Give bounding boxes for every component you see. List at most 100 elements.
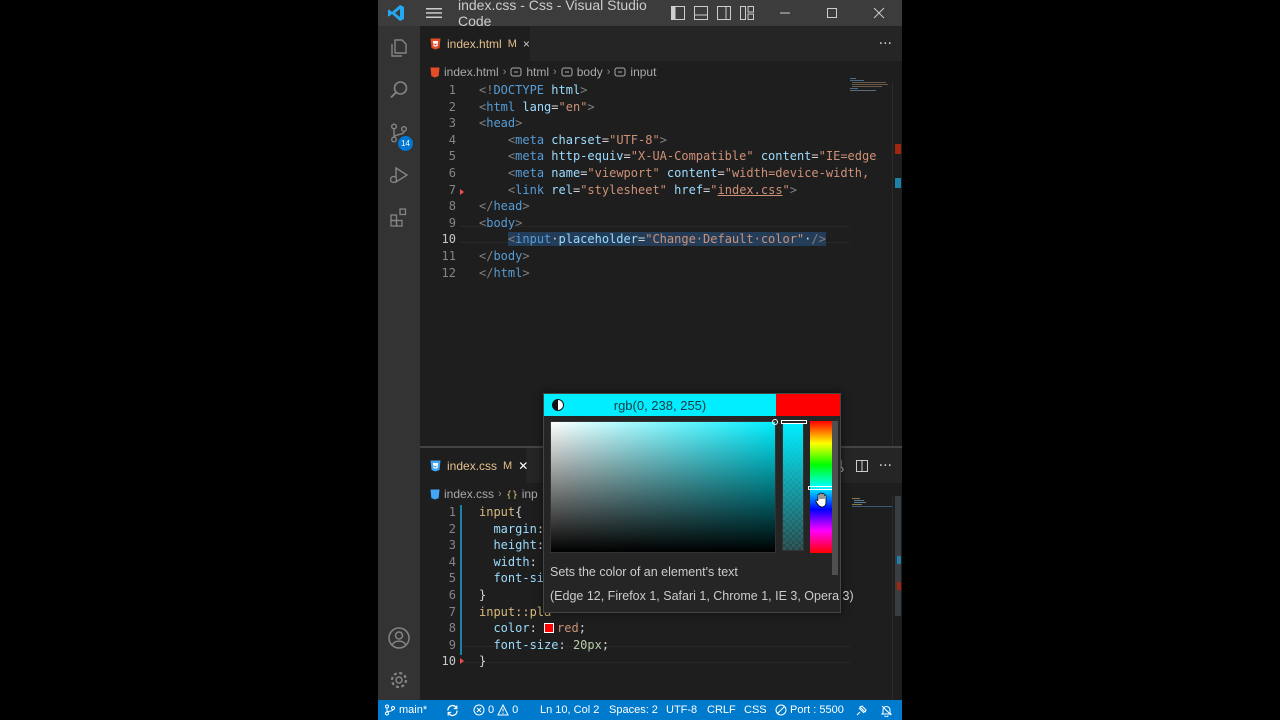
line-number: 8	[448, 199, 456, 214]
hue-strip[interactable]	[808, 421, 834, 553]
code-token: ;	[601, 637, 610, 652]
line-number: 6	[448, 165, 456, 180]
vertical-scrollbar[interactable]	[892, 496, 902, 700]
more-actions-icon[interactable]: ···	[879, 36, 892, 52]
maximize-icon[interactable]	[809, 0, 855, 26]
color-picker-header: rgb(0, 238, 255)	[544, 394, 840, 416]
customize-layout-icon[interactable]	[736, 0, 758, 26]
html5-icon	[430, 38, 441, 50]
line-number: 3	[448, 538, 456, 553]
minimize-icon[interactable]	[762, 0, 808, 26]
problems-status[interactable]: 0 0	[473, 700, 518, 720]
code-token: >	[522, 248, 530, 263]
modified-indicator: M	[507, 37, 517, 50]
sync-icon[interactable]	[446, 700, 459, 720]
source-control-icon[interactable]: 14	[378, 112, 420, 154]
code-token: >	[515, 215, 523, 230]
encoding-status[interactable]: UTF-8	[666, 700, 697, 720]
html5-icon	[430, 67, 440, 78]
menu-icon[interactable]	[422, 0, 446, 26]
saturation-brightness-box[interactable]	[550, 419, 778, 553]
opacity-handle[interactable]	[781, 420, 807, 424]
symbol-tag-icon	[614, 67, 626, 77]
notifications-icon[interactable]	[880, 700, 893, 720]
language-mode[interactable]: CSS	[744, 700, 767, 720]
code-token: =	[623, 149, 631, 164]
minimap[interactable]	[848, 76, 892, 106]
branch-name: main*	[399, 704, 428, 716]
editor-group-top: index.html M × ··· index.html › html › b…	[420, 26, 902, 446]
code-token: =	[601, 132, 610, 147]
vertical-scrollbar[interactable]	[892, 82, 902, 446]
search-icon[interactable]	[378, 69, 420, 111]
toggle-secondary-sidebar-icon[interactable]	[713, 0, 735, 26]
code-text: <body>	[479, 215, 522, 232]
code-token: head	[486, 116, 516, 131]
accounts-icon[interactable]	[378, 617, 420, 659]
breadcrumb-item[interactable]: index.css	[444, 487, 494, 501]
deleted-lines-marker	[460, 658, 464, 664]
explorer-icon[interactable]	[378, 27, 420, 69]
code-token: </	[479, 248, 494, 263]
code-text: width: 5	[479, 554, 551, 571]
more-actions-icon[interactable]: ···	[879, 458, 892, 474]
code-token: >	[522, 265, 530, 280]
code-token: "X-UA-Compatible"	[630, 149, 754, 164]
code-text: <!DOCTYPE html>	[479, 82, 587, 99]
eol-status[interactable]: CRLF	[707, 700, 736, 720]
extensions-icon[interactable]	[378, 196, 420, 238]
tab-index-html[interactable]: index.html M ×	[420, 26, 530, 61]
line-number: 12	[441, 265, 456, 280]
hover-scrollbar[interactable]	[832, 421, 838, 575]
hue-handle[interactable]	[808, 486, 834, 490]
tab-close-icon[interactable]: ×	[523, 37, 530, 51]
code-token: index.css	[717, 182, 783, 197]
tab-label: index.html	[447, 36, 502, 51]
line-number: 11	[441, 248, 456, 263]
code-text: font-siz	[479, 570, 551, 587]
indentation-status[interactable]: Spaces: 2	[609, 700, 658, 720]
original-color-preview[interactable]	[776, 394, 840, 416]
run-and-debug-icon[interactable]	[378, 154, 420, 196]
tab-close-icon[interactable]: ✕	[518, 459, 528, 473]
code-token: {	[515, 505, 523, 519]
breadcrumb-item[interactable]: input	[630, 65, 656, 79]
code-token: <!	[479, 83, 494, 97]
line-number: 3	[448, 116, 456, 131]
code-token: "viewport"	[587, 165, 660, 180]
color-swatch-icon[interactable]	[544, 623, 555, 634]
code-text: <meta charset="UTF-8">	[479, 132, 667, 149]
close-window-icon[interactable]	[856, 0, 902, 26]
minimap[interactable]	[848, 496, 892, 516]
code-text: color: red;	[479, 620, 586, 637]
toggle-primary-sidebar-icon[interactable]	[667, 0, 689, 26]
branch-status[interactable]: main*	[384, 700, 427, 720]
css3-icon	[430, 460, 441, 472]
breadcrumb-item[interactable]: index.html	[444, 65, 499, 79]
toggle-panel-icon[interactable]	[690, 0, 712, 26]
code-token: href	[674, 182, 704, 197]
saturation-handle[interactable]	[772, 419, 778, 425]
breadcrumb-item[interactable]: body	[577, 65, 603, 79]
code-token: >	[522, 199, 530, 214]
tab-index-css[interactable]: index.css M ✕	[420, 448, 528, 483]
tab-bar: index.html M × ···	[420, 26, 902, 61]
color-value-label[interactable]: rgb(0, 238, 255)	[614, 398, 707, 413]
breadcrumb-item[interactable]: inp	[522, 487, 538, 501]
code-token: margin	[493, 521, 537, 536]
current-color-preview[interactable]: rgb(0, 238, 255)	[544, 394, 776, 416]
code-token: red	[557, 621, 579, 636]
tab-label: index.css	[447, 458, 498, 473]
split-editor-icon[interactable]	[855, 459, 869, 473]
cursor-position[interactable]: Ln 10, Col 2	[540, 700, 599, 720]
manage-gear-icon[interactable]	[378, 659, 420, 701]
code-token: }	[479, 654, 487, 669]
code-token: lang	[522, 99, 552, 114]
feedback-icon[interactable]	[855, 700, 868, 720]
live-server-status[interactable]: Port : 5500	[775, 700, 844, 720]
opacity-strip[interactable]	[781, 420, 807, 551]
breadcrumb-item[interactable]: html	[526, 65, 549, 79]
code-token: ;	[578, 621, 586, 636]
